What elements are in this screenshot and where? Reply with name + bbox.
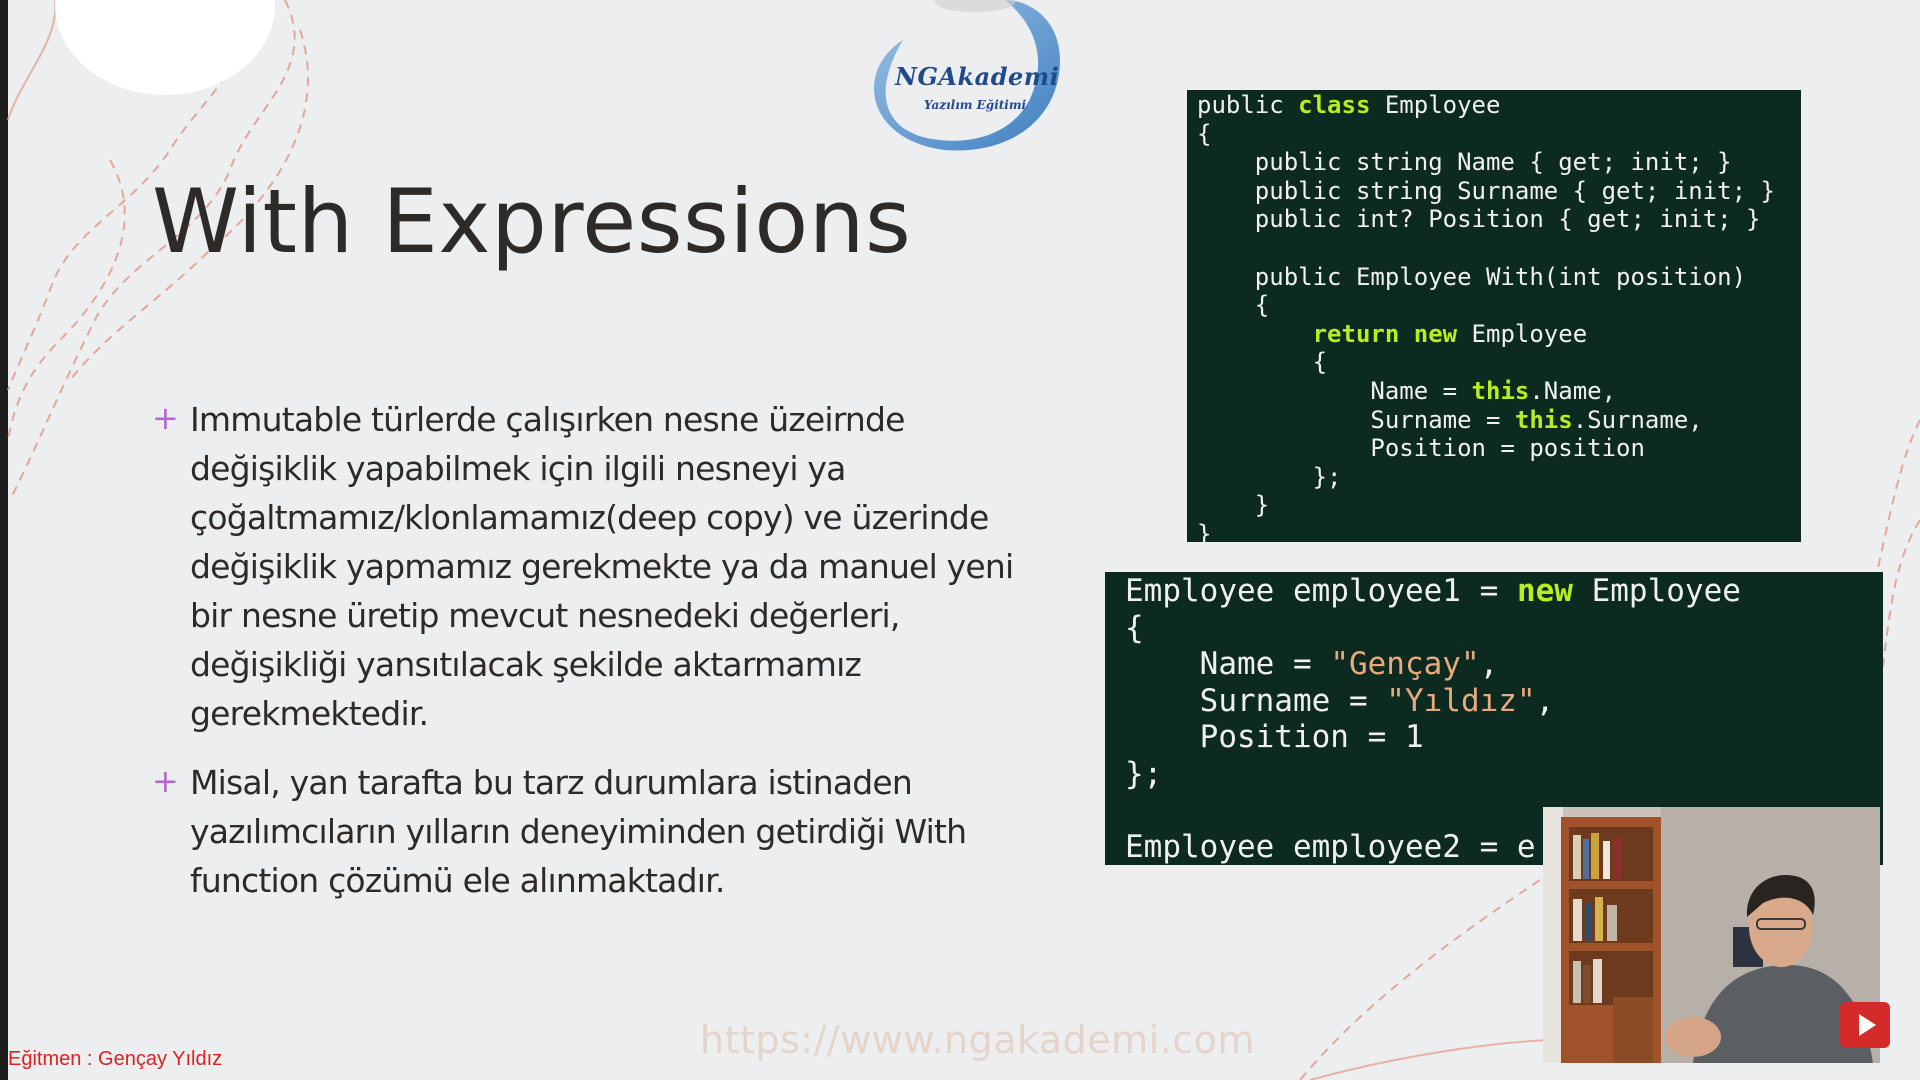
code-token: Name = bbox=[1125, 646, 1331, 683]
logo-title: NGAkademi bbox=[895, 62, 1060, 91]
code-keyword: class bbox=[1298, 91, 1371, 119]
code-token: Name = bbox=[1197, 376, 1472, 405]
bullet-list: + Immutable türlerde çalışırken nesne üz… bbox=[150, 395, 1040, 925]
code-line: { bbox=[1125, 610, 1144, 646]
code-line: }; bbox=[1125, 756, 1162, 792]
code-token: { bbox=[1197, 119, 1212, 148]
code-line: public string Surname { get; init; } bbox=[1197, 177, 1775, 205]
code-token: .Surname, bbox=[1572, 405, 1703, 434]
logo-tagline: Yazılım Eğitimi bbox=[923, 98, 1027, 112]
code-line: { bbox=[1197, 120, 1211, 148]
code-token: Position = 1 bbox=[1125, 719, 1424, 756]
code-token: }; bbox=[1125, 755, 1163, 792]
plus-bullet-icon: + bbox=[152, 762, 179, 800]
plus-bullet-icon: + bbox=[152, 399, 179, 437]
code-token: { bbox=[1197, 348, 1328, 377]
code-line: }; bbox=[1197, 463, 1342, 491]
code-line: Employee employee2 = e bbox=[1125, 829, 1536, 865]
code-line: } bbox=[1197, 520, 1211, 542]
code-keyword: this bbox=[1514, 405, 1573, 434]
slide-title: With Expressions bbox=[152, 170, 912, 273]
website-watermark: https://www.ngakademi.com bbox=[700, 1018, 1255, 1062]
code-line: Name = this.Name, bbox=[1197, 377, 1616, 405]
code-token: Employee bbox=[1572, 573, 1741, 609]
code-line: public class Employee bbox=[1197, 91, 1500, 119]
code-token: public int? Position { get; init; } bbox=[1197, 205, 1761, 234]
code-token: Employee employee2 = e bbox=[1125, 829, 1536, 865]
code-token: public bbox=[1197, 91, 1299, 119]
bullet-item: + Immutable türlerde çalışırken nesne üz… bbox=[150, 395, 1040, 738]
bullet-text: Immutable türlerde çalışırken nesne üzei… bbox=[190, 400, 1014, 733]
code-line: public int? Position { get; init; } bbox=[1197, 205, 1761, 233]
play-button-icon[interactable] bbox=[1840, 1002, 1890, 1048]
code-token: Surname = bbox=[1197, 405, 1515, 434]
code-line: Name = "Gençay", bbox=[1125, 646, 1499, 683]
bullet-item: + Misal, yan tarafta bu tarz durumlara i… bbox=[150, 758, 1040, 905]
code-token: , bbox=[1535, 682, 1555, 719]
code-keyword: return bbox=[1312, 319, 1400, 348]
code-token: .Name, bbox=[1529, 376, 1617, 405]
code-token: } bbox=[1197, 491, 1270, 520]
code-keyword: new bbox=[1516, 573, 1573, 609]
code-token: { bbox=[1197, 291, 1270, 320]
code-token: public Employee With(int position) bbox=[1197, 262, 1747, 291]
code-token: Employee bbox=[1370, 91, 1501, 119]
code-line: Surname = this.Surname, bbox=[1197, 405, 1703, 434]
code-line: public Employee With(int position) bbox=[1197, 263, 1746, 291]
code-line: Employee employee1 = new Employee bbox=[1125, 573, 1741, 609]
code-line: return new Employee bbox=[1197, 319, 1588, 348]
employee-class-code-block: public class Employee { public string Na… bbox=[1187, 90, 1801, 542]
webcam-scene-icon bbox=[1543, 807, 1880, 1063]
code-token: , bbox=[1479, 646, 1499, 683]
instructor-webcam-video bbox=[1543, 807, 1880, 1063]
code-line: Surname = "Yıldız", bbox=[1125, 682, 1555, 719]
code-token: Surname = bbox=[1125, 682, 1387, 719]
code-line: Position = position bbox=[1197, 434, 1645, 462]
code-keyword: new bbox=[1413, 319, 1458, 348]
ngakademi-logo: NGAkademi Yazılım Eğitimi bbox=[845, 0, 1075, 160]
code-token: { bbox=[1125, 609, 1144, 646]
code-line: public string Name { get; init; } bbox=[1197, 148, 1732, 176]
code-token: public string Surname { get; init; } bbox=[1197, 176, 1775, 205]
code-string: "Yıldız" bbox=[1386, 682, 1536, 719]
code-token: Employee employee1 = bbox=[1125, 573, 1517, 609]
code-token: } bbox=[1197, 519, 1212, 542]
code-token: public string Name { get; init; } bbox=[1197, 148, 1732, 177]
code-line: Position = 1 bbox=[1125, 719, 1424, 755]
code-line: } bbox=[1197, 491, 1269, 519]
code-keyword: this bbox=[1471, 376, 1530, 405]
code-line: { bbox=[1197, 348, 1327, 376]
code-token: Employee bbox=[1457, 319, 1588, 348]
code-token: Position = position bbox=[1197, 434, 1645, 463]
bullet-text: Misal, yan tarafta bu tarz durumlara ist… bbox=[190, 763, 967, 900]
code-line: { bbox=[1197, 291, 1269, 319]
code-token: }; bbox=[1197, 462, 1342, 491]
code-string: "Gençay" bbox=[1330, 646, 1480, 683]
instructor-label: Eğitmen : Gençay Yıldız bbox=[8, 1048, 223, 1070]
